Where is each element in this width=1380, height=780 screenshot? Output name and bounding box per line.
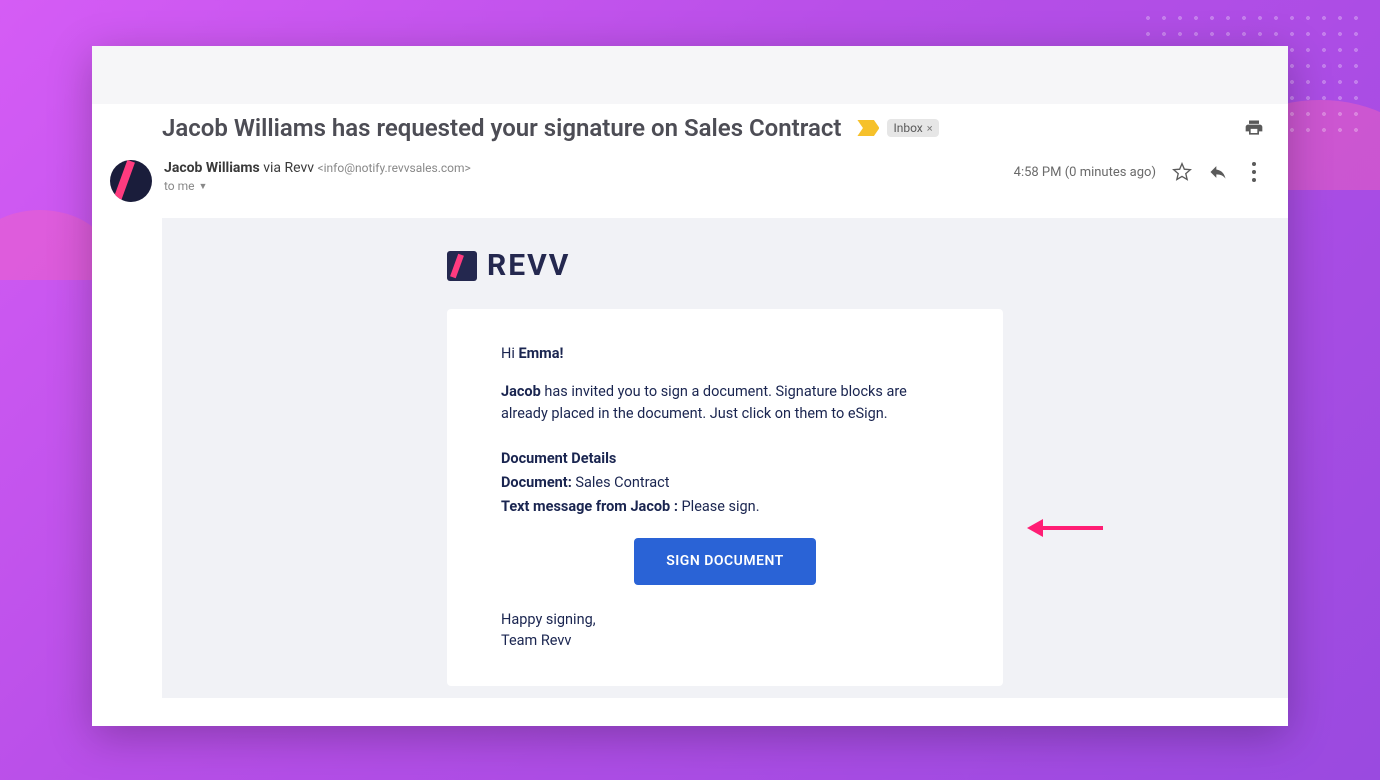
- button-row: SIGN DOCUMENT: [501, 538, 949, 585]
- sender-via: via Revv: [263, 160, 314, 176]
- intro-text: has invited you to sign a document. Sign…: [501, 383, 907, 422]
- important-marker-icon[interactable]: [857, 120, 879, 136]
- star-button[interactable]: [1172, 162, 1192, 182]
- msg-label-prefix: Text message from: [501, 498, 630, 515]
- sender-line: Jacob Williams via Revv <info@notify.rev…: [164, 160, 1014, 176]
- reply-button[interactable]: [1208, 162, 1228, 182]
- doc-label: Document:: [501, 474, 572, 491]
- inbox-label-text: Inbox: [893, 121, 922, 135]
- print-button[interactable]: [1244, 118, 1264, 138]
- more-options-button[interactable]: [1244, 160, 1264, 184]
- email-window: Jacob Williams has requested your signat…: [92, 46, 1288, 726]
- print-icon: [1244, 118, 1264, 138]
- doc-value: Sales Contract: [572, 474, 670, 491]
- inviter-name: Jacob: [501, 383, 541, 400]
- dot-icon: [1252, 178, 1256, 182]
- msg-label-sep: :: [670, 498, 681, 515]
- brand-text: REVV: [487, 248, 570, 283]
- msg-value: Please sign.: [682, 498, 760, 515]
- dot-icon: [1252, 170, 1256, 174]
- meta-actions: 4:58 PM (0 minutes ago): [1014, 160, 1264, 184]
- received-time: 4:58 PM (0 minutes ago): [1014, 165, 1156, 180]
- chevron-down-icon: ▼: [199, 181, 208, 192]
- window-topbar: [92, 46, 1288, 104]
- email-body-area: REVV Hi Emma! Jacob has invited you to s…: [162, 218, 1288, 698]
- sender-details: Jacob Williams via Revv <info@notify.rev…: [164, 160, 1014, 193]
- revv-logo-icon: [447, 251, 477, 281]
- closing-line-2: Team Revv: [501, 630, 949, 652]
- closing-line-1: Happy signing,: [501, 609, 949, 631]
- subject-row: Jacob Williams has requested your signat…: [92, 104, 1288, 148]
- sender-row: Jacob Williams via Revv <info@notify.rev…: [92, 148, 1288, 206]
- arrow-head-icon: [1027, 519, 1043, 537]
- intro-paragraph: Jacob has invited you to sign a document…: [501, 381, 949, 425]
- doc-row: Document: Sales Contract: [501, 472, 949, 494]
- annotation-arrow: [1027, 519, 1103, 537]
- recipient-line[interactable]: to me ▼: [164, 179, 1014, 193]
- inbox-label-chip[interactable]: Inbox ×: [887, 119, 938, 137]
- greeting-line: Hi Emma!: [501, 343, 949, 365]
- sender-avatar[interactable]: [110, 160, 152, 202]
- remove-label-icon[interactable]: ×: [927, 122, 933, 135]
- email-subject: Jacob Williams has requested your signat…: [162, 114, 841, 142]
- sender-name: Jacob Williams: [164, 160, 260, 176]
- arrow-shaft: [1043, 526, 1103, 530]
- greet-name: Emma!: [518, 345, 563, 362]
- reply-icon: [1208, 162, 1228, 182]
- greet-prefix: Hi: [501, 345, 518, 362]
- msg-label-name: Jacob: [630, 498, 670, 515]
- doc-details-heading: Document Details: [501, 448, 949, 470]
- star-icon: [1172, 162, 1192, 182]
- message-row: Text message from Jacob : Please sign.: [501, 496, 949, 518]
- brand-logo: REVV: [447, 248, 1288, 283]
- recipient-text: to me: [164, 179, 195, 193]
- sender-address: <info@notify.revvsales.com>: [318, 161, 471, 175]
- email-card: Hi Emma! Jacob has invited you to sign a…: [447, 309, 1003, 686]
- sign-document-button[interactable]: SIGN DOCUMENT: [634, 538, 816, 585]
- dot-icon: [1252, 162, 1256, 166]
- label-area: Inbox ×: [857, 119, 938, 137]
